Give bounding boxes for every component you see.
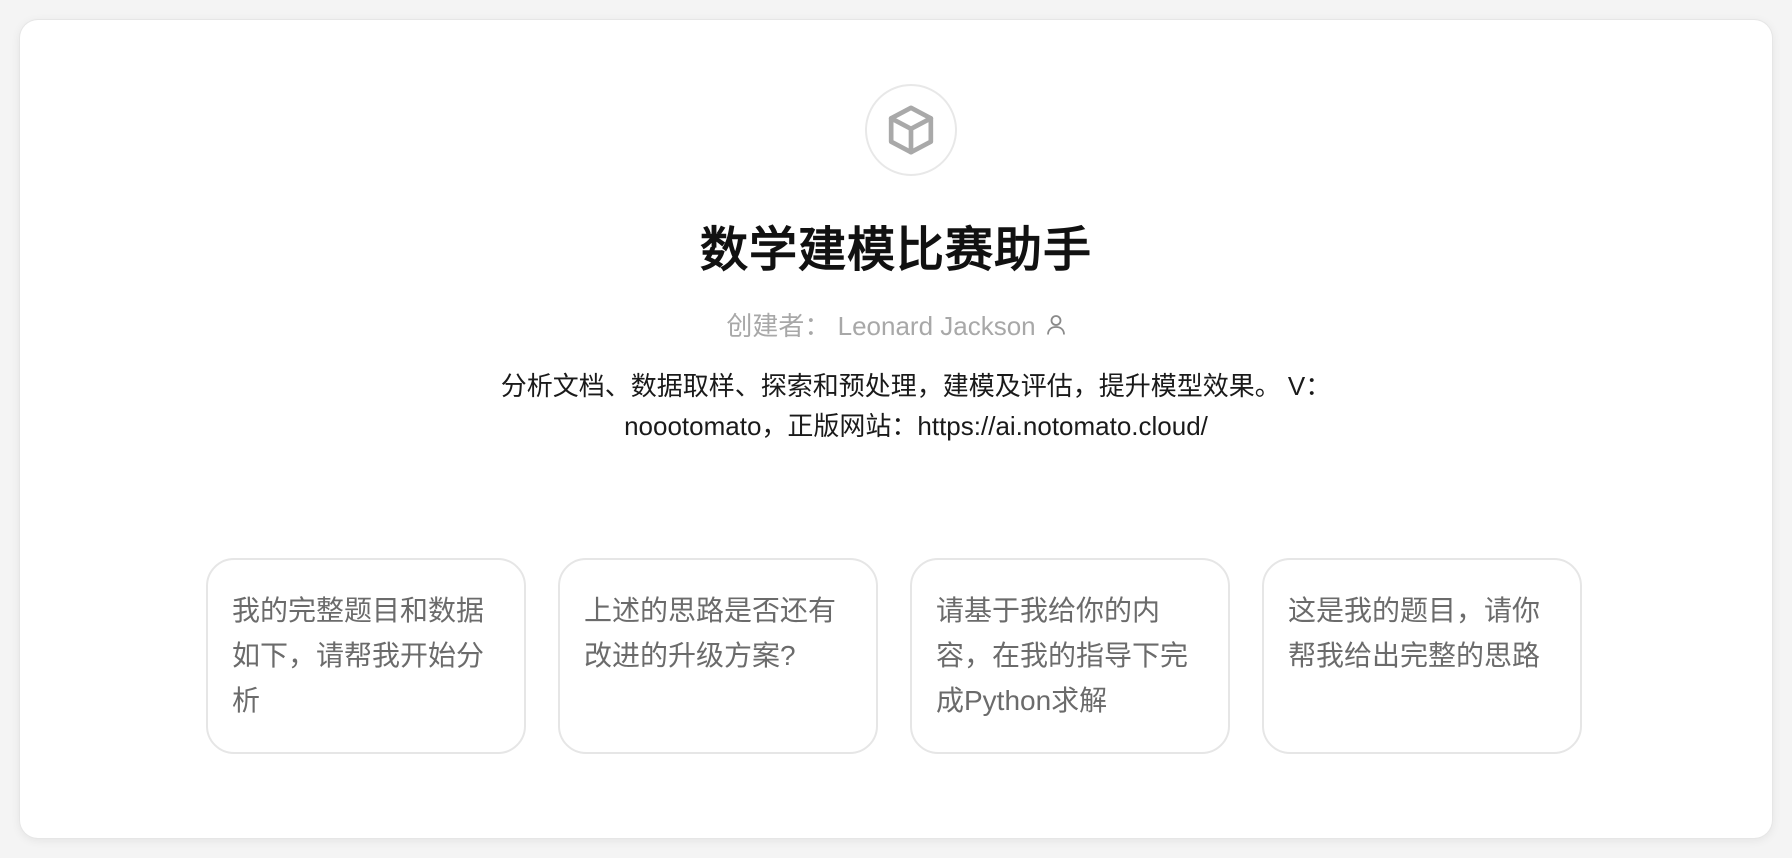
description-line-1: 分析文档、数据取样、探索和预处理，建模及评估，提升模型效果。 V： (500, 371, 1332, 401)
starter-card[interactable]: 请基于我给你的内容，在我的指导下完成Python求解 (910, 558, 1230, 754)
description-line-2: noootomato，正版网站：https://ai.notomato.clou… (624, 411, 1208, 441)
creator-prefix: 创建者： (726, 311, 831, 341)
starter-card[interactable]: 我的完整题目和数据如下，请帮我开始分析 (206, 558, 526, 754)
starter-card[interactable]: 这是我的题目，请你帮我给出完整的思路 (1262, 558, 1582, 754)
person-icon[interactable] (1046, 314, 1066, 336)
cube-icon (883, 102, 939, 158)
gpt-intro: 数学建模比赛助手 创建者： Leonard Jackson 分析文档、数据取样、… (20, 20, 1772, 838)
gpt-title: 数学建模比赛助手 (699, 224, 1092, 277)
gpt-avatar (865, 84, 957, 176)
gpt-description: 分析文档、数据取样、探索和预处理，建模及评估，提升模型效果。 V： noooto… (400, 366, 1432, 446)
creator-line: 创建者： Leonard Jackson (20, 306, 1772, 343)
creator-label: 创建者： Leonard Jackson (726, 306, 1035, 343)
conversation-starters: 我的完整题目和数据如下，请帮我开始分析 上述的思路是否还有改进的升级方案? 请基… (206, 558, 1600, 754)
creator-name: Leonard Jackson (837, 311, 1036, 341)
starter-card[interactable]: 上述的思路是否还有改进的升级方案? (558, 558, 878, 754)
app-window: 数学建模比赛助手 创建者： Leonard Jackson 分析文档、数据取样、… (20, 20, 1772, 838)
